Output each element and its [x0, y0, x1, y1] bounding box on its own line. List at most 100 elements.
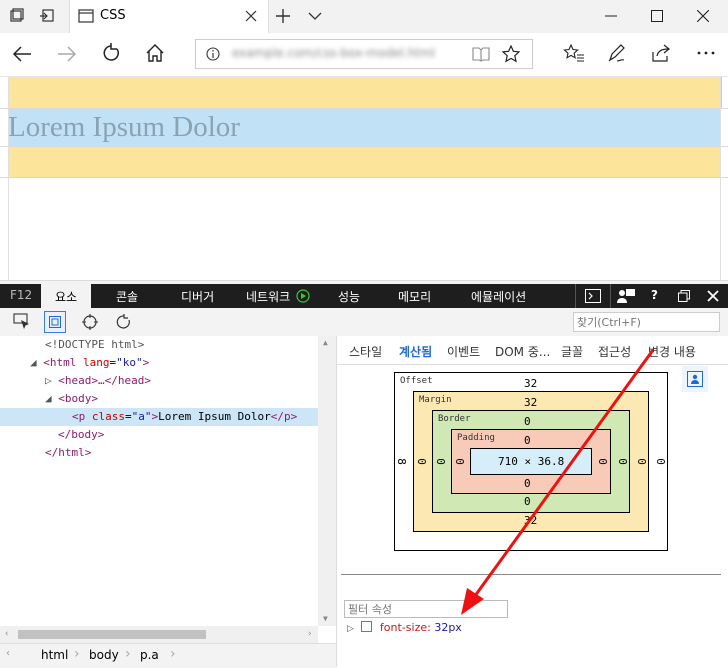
- home-icon[interactable]: [145, 43, 165, 63]
- breadcrumb-item-html[interactable]: html: [41, 648, 68, 662]
- pen-icon[interactable]: [607, 43, 627, 63]
- tab-console[interactable]: 콘솔: [116, 288, 138, 305]
- console-toggle-icon[interactable]: [585, 289, 601, 303]
- tab-actions-icon[interactable]: [8, 7, 26, 25]
- browser-tab[interactable]: CSS: [69, 0, 269, 33]
- breadcrumb-item-body[interactable]: body: [89, 648, 119, 662]
- computed-pane: 스타일 계산됨 이벤트 DOM 중... 글꼴 접근성 변경 내용 Offset…: [336, 336, 728, 667]
- head-node[interactable]: ▷ <head>…</head>: [45, 372, 151, 390]
- breadcrumb-item-p[interactable]: p.a: [140, 648, 159, 662]
- expand-triangle-icon[interactable]: ◢: [45, 392, 58, 405]
- undock-icon[interactable]: [678, 290, 690, 302]
- guide-line: [8, 77, 9, 280]
- back-icon[interactable]: [12, 45, 32, 63]
- new-tab-icon[interactable]: [276, 9, 290, 23]
- tab-events[interactable]: 이벤트: [447, 343, 480, 360]
- scroll-left-icon[interactable]: ‹: [4, 629, 9, 639]
- padding-label: Padding: [457, 433, 495, 443]
- padding-top-value: 0: [524, 434, 531, 447]
- offset-left-value: 8: [394, 458, 408, 465]
- margin-highlight-top: [8, 77, 722, 109]
- padding-bottom-value: 0: [524, 477, 531, 490]
- favorites-hub-icon[interactable]: [563, 44, 585, 64]
- scroll-down-icon[interactable]: ▼: [323, 614, 328, 623]
- info-icon[interactable]: [206, 47, 220, 61]
- tab-fonts[interactable]: 글꼴: [561, 343, 583, 360]
- breadcrumb-separator: ›: [125, 646, 131, 662]
- margin-left-value: 0: [414, 458, 428, 465]
- address-url: example.com/css-box-model.html: [232, 46, 436, 60]
- border-top-value: 0: [524, 415, 531, 428]
- border-right-value: 0: [615, 458, 629, 465]
- close-window-icon[interactable]: [697, 10, 709, 22]
- p-node[interactable]: <p class="a">Lorem Ipsum Dolor</p>: [72, 408, 297, 426]
- property-value: 32px: [434, 621, 462, 634]
- content-size-value: 710 × 36.8: [498, 455, 565, 468]
- title-bar: CSS: [0, 0, 728, 33]
- tab-elements[interactable]: 요소: [41, 284, 91, 308]
- tab-performance[interactable]: 성능: [338, 288, 360, 305]
- star-icon[interactable]: [502, 45, 520, 63]
- more-icon[interactable]: [697, 51, 715, 55]
- tab-styles[interactable]: 스타일: [349, 343, 382, 360]
- body-node[interactable]: ◢ <body>: [45, 390, 98, 408]
- computed-property-row[interactable]: ▷ font-size: 32px: [347, 621, 462, 637]
- refresh-icon[interactable]: [101, 43, 121, 63]
- right-tab-bar: 스타일 계산됨 이벤트 DOM 중... 글꼴 접근성 변경 내용: [337, 336, 728, 365]
- property-checkbox[interactable]: [361, 621, 373, 632]
- scroll-up-icon[interactable]: ▲: [323, 338, 328, 347]
- tab-dom-breakpoints[interactable]: DOM 중...: [495, 343, 550, 360]
- record-play-icon[interactable]: [296, 289, 310, 303]
- maximize-icon[interactable]: [651, 10, 663, 22]
- feedback-icon[interactable]: [617, 289, 635, 303]
- vertical-scrollbar[interactable]: ▲ ▼: [318, 336, 336, 626]
- breadcrumb: ‹ html › body › p.a ›: [0, 643, 336, 668]
- forward-icon[interactable]: [57, 45, 77, 63]
- html-node[interactable]: ◢ <html lang="ko">: [30, 354, 149, 372]
- tab-debugger[interactable]: 디버거: [181, 288, 214, 305]
- margin-label: Margin: [419, 395, 452, 405]
- navigation-bar: example.com/css-box-model.html: [0, 33, 728, 77]
- tab-changes[interactable]: 변경 내용: [648, 343, 696, 360]
- refresh-dom-icon[interactable]: [116, 314, 132, 330]
- select-element-icon[interactable]: [13, 313, 31, 331]
- guide-line: [0, 177, 728, 178]
- horizontal-scrollbar[interactable]: ‹ ›: [0, 626, 318, 643]
- attr-value: "ko": [116, 356, 143, 369]
- margin-top-value: 32: [524, 396, 538, 409]
- devtools-toolbar: [0, 308, 728, 337]
- highlight-toggle-button[interactable]: [44, 311, 66, 333]
- collapse-triangle-icon[interactable]: ▷: [45, 374, 58, 387]
- body-close-node[interactable]: </body>: [58, 426, 104, 444]
- html-close-node[interactable]: </html>: [45, 444, 91, 462]
- close-tab-icon[interactable]: [245, 10, 257, 22]
- expand-triangle-icon[interactable]: ▷: [347, 624, 354, 634]
- tab-network[interactable]: 네트워크: [246, 288, 290, 305]
- reading-view-icon[interactable]: [472, 46, 490, 62]
- color-picker-icon[interactable]: [82, 314, 98, 330]
- border-bottom-value: 0: [524, 495, 531, 508]
- tab-memory[interactable]: 메모리: [398, 288, 431, 305]
- divider: [610, 284, 611, 308]
- address-bar[interactable]: example.com/css-box-model.html: [195, 39, 533, 69]
- scroll-right-icon[interactable]: ›: [307, 629, 312, 639]
- tab-computed[interactable]: 계산됨: [399, 343, 432, 360]
- devtools-search-input[interactable]: [573, 312, 720, 332]
- breadcrumb-left-icon[interactable]: ‹: [6, 648, 10, 659]
- share-icon[interactable]: [650, 43, 672, 63]
- page-viewport: Lorem Ipsum Dolor: [0, 77, 728, 280]
- devtools-tab-bar: F12 요소 콘솔 디버거 네트워크 성능 메모리 에뮬레이션 ?: [0, 284, 728, 308]
- minimize-icon[interactable]: [605, 15, 617, 17]
- doctype-node[interactable]: <!DOCTYPE html>: [45, 336, 144, 354]
- expand-triangle-icon[interactable]: ◢: [30, 356, 43, 369]
- set-aside-tabs-icon[interactable]: [38, 7, 56, 25]
- scroll-thumb[interactable]: [18, 630, 206, 639]
- html-tag: <html: [43, 356, 77, 369]
- filter-properties-input[interactable]: [344, 600, 508, 618]
- close-devtools-icon[interactable]: [707, 290, 719, 302]
- help-icon[interactable]: ?: [651, 288, 658, 302]
- tab-emulation[interactable]: 에뮬레이션: [471, 288, 526, 305]
- chevron-down-icon[interactable]: [308, 11, 322, 21]
- box-model-toggle-button[interactable]: [682, 366, 708, 392]
- tab-accessibility[interactable]: 접근성: [598, 343, 631, 360]
